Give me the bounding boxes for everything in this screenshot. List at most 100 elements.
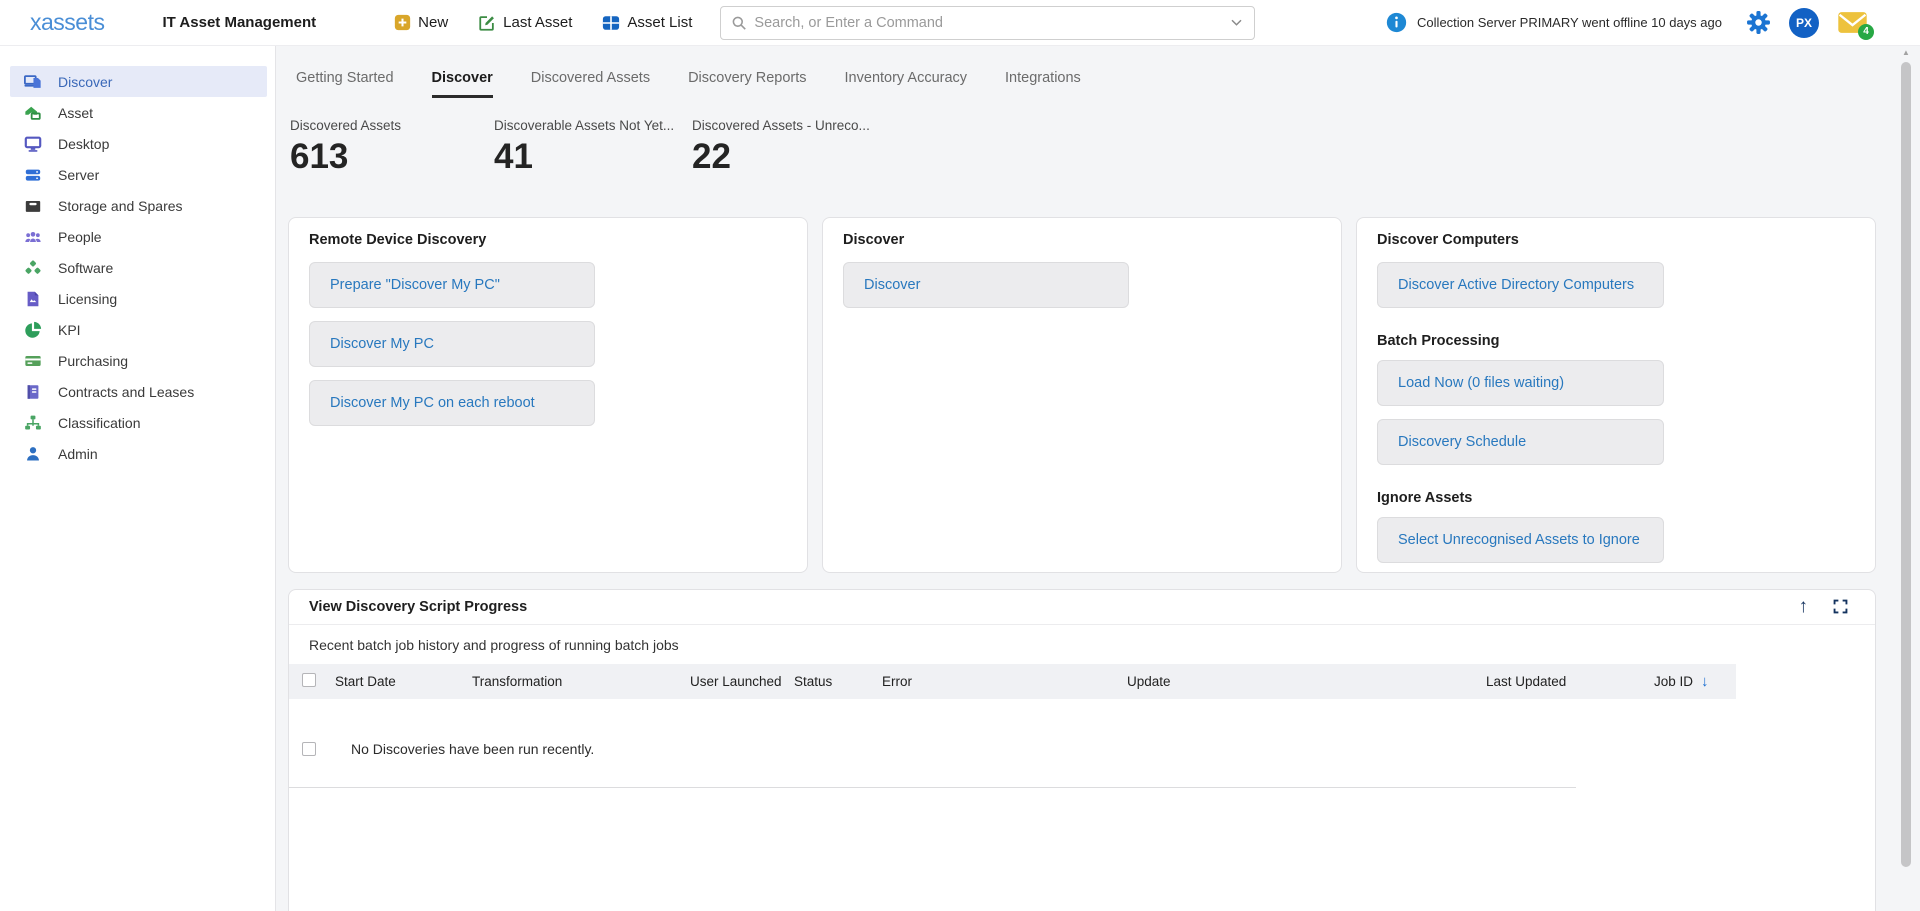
tab-getting-started[interactable]: Getting Started xyxy=(296,70,394,98)
sidebar-item-admin[interactable]: Admin xyxy=(10,438,267,469)
scrollbar-thumb[interactable] xyxy=(1901,62,1911,867)
sidebar-item-software[interactable]: Software xyxy=(10,252,267,283)
tab-inventory-accuracy[interactable]: Inventory Accuracy xyxy=(845,70,968,98)
column-status[interactable]: Status xyxy=(794,674,882,689)
arrow-up-icon: ↑ xyxy=(1799,596,1809,617)
remote-device-discovery-card: Remote Device Discovery Prepare "Discove… xyxy=(288,217,808,573)
main-content: Getting Started Discover Discovered Asse… xyxy=(276,46,1920,911)
new-button[interactable]: New xyxy=(394,14,448,31)
discover-button[interactable]: Discover xyxy=(843,262,1129,308)
search-icon xyxy=(731,15,747,31)
stat-value: 41 xyxy=(494,138,692,177)
command-search xyxy=(720,6,1255,40)
sidebar-item-contracts[interactable]: Contracts and Leases xyxy=(10,376,267,407)
search-input[interactable] xyxy=(754,15,1229,31)
settings-button[interactable] xyxy=(1746,10,1771,35)
select-all-cell xyxy=(289,673,335,690)
gear-icon xyxy=(1746,22,1771,39)
discover-card: Discover Discover xyxy=(822,217,1342,573)
tab-bar: Getting Started Discover Discovered Asse… xyxy=(296,70,1920,98)
sidebar-item-label: Discover xyxy=(58,74,112,90)
sort-desc-icon: ↓ xyxy=(1701,673,1709,690)
contracts-icon xyxy=(24,383,42,401)
card-title: Remote Device Discovery xyxy=(309,232,787,249)
info-icon xyxy=(1386,12,1407,33)
discover-icon xyxy=(24,73,42,91)
column-user-launched[interactable]: User Launched xyxy=(690,674,794,689)
select-all-checkbox[interactable] xyxy=(302,673,316,687)
last-asset-button[interactable]: Last Asset xyxy=(478,14,572,32)
card-title: Discover Computers xyxy=(1377,232,1855,249)
panel-header: View Discovery Script Progress ↑ xyxy=(289,590,1875,625)
column-error[interactable]: Error xyxy=(882,674,1127,689)
sidebar-item-label: Asset xyxy=(58,105,93,121)
expand-panel-button[interactable] xyxy=(1832,598,1849,615)
chevron-down-icon[interactable] xyxy=(1229,15,1244,30)
batch-processing-heading: Batch Processing xyxy=(1377,333,1855,350)
asset-list-label: Asset List xyxy=(627,14,692,31)
tab-discovery-reports[interactable]: Discovery Reports xyxy=(688,70,806,98)
server-notification[interactable]: Collection Server PRIMARY went offline 1… xyxy=(1386,12,1722,33)
load-now-button[interactable]: Load Now (0 files waiting) xyxy=(1377,360,1664,406)
column-transformation[interactable]: Transformation xyxy=(472,674,690,689)
sidebar-item-label: People xyxy=(58,229,102,245)
sidebar-item-label: Purchasing xyxy=(58,353,128,369)
sidebar-item-desktop[interactable]: Desktop xyxy=(10,128,267,159)
column-start-date[interactable]: Start Date xyxy=(335,674,472,689)
licensing-icon xyxy=(24,290,42,308)
user-avatar[interactable]: PX xyxy=(1789,8,1819,38)
table-header-row: Start Date Transformation User Launched … xyxy=(289,664,1736,699)
discovery-progress-panel: View Discovery Script Progress ↑ Recent … xyxy=(288,589,1876,911)
action-cards-row: Remote Device Discovery Prepare "Discove… xyxy=(288,217,1920,573)
sidebar-item-purchasing[interactable]: Purchasing xyxy=(10,345,267,376)
edit-icon xyxy=(478,14,496,32)
sidebar-item-discover[interactable]: Discover xyxy=(10,66,267,97)
column-update[interactable]: Update xyxy=(1127,674,1486,689)
sidebar-item-label: Contracts and Leases xyxy=(58,384,194,400)
stat-discovered-assets: Discovered Assets 613 xyxy=(290,118,494,177)
server-icon xyxy=(24,166,42,184)
tab-discovered-assets[interactable]: Discovered Assets xyxy=(531,70,650,98)
tab-discover[interactable]: Discover xyxy=(432,70,493,98)
notification-text: Collection Server PRIMARY went offline 1… xyxy=(1417,15,1722,30)
sidebar-item-label: Storage and Spares xyxy=(58,198,183,214)
stats-row: Discovered Assets 613 Discoverable Asset… xyxy=(290,118,1920,177)
sidebar-item-server[interactable]: Server xyxy=(10,159,267,190)
prepare-discover-my-pc-button[interactable]: Prepare "Discover My PC" xyxy=(309,262,595,308)
discover-my-pc-reboot-button[interactable]: Discover My PC on each reboot xyxy=(309,380,595,426)
new-label: New xyxy=(418,14,448,31)
row-checkbox[interactable] xyxy=(302,742,316,756)
sidebar-item-people[interactable]: People xyxy=(10,221,267,252)
stat-label: Discovered Assets xyxy=(290,118,494,133)
tab-integrations[interactable]: Integrations xyxy=(1005,70,1081,98)
discovery-schedule-button[interactable]: Discovery Schedule xyxy=(1377,419,1664,465)
classification-icon xyxy=(24,414,42,432)
collapse-panel-button[interactable]: ↑ xyxy=(1799,597,1809,616)
sidebar-item-label: KPI xyxy=(58,322,81,338)
sidebar-item-asset[interactable]: Asset xyxy=(10,97,267,128)
stat-label: Discoverable Assets Not Yet... xyxy=(494,118,692,133)
sidebar-item-label: Classification xyxy=(58,415,140,431)
sidebar-item-classification[interactable]: Classification xyxy=(10,407,267,438)
messages-button[interactable]: 4 xyxy=(1837,10,1868,35)
mail-badge: 4 xyxy=(1858,24,1874,40)
new-icon xyxy=(394,14,411,31)
stat-unrecognised: Discovered Assets - Unreco... 22 xyxy=(692,118,870,177)
column-job-id[interactable]: Job ID ↓ xyxy=(1654,673,1736,690)
discover-computers-card: Discover Computers Discover Active Direc… xyxy=(1356,217,1876,573)
discover-my-pc-button[interactable]: Discover My PC xyxy=(309,321,595,367)
sidebar-item-storage[interactable]: Storage and Spares xyxy=(10,190,267,221)
header-right-cluster: Collection Server PRIMARY went offline 1… xyxy=(1386,8,1868,38)
stat-label: Discovered Assets - Unreco... xyxy=(692,118,870,133)
kpi-icon xyxy=(24,321,42,339)
asset-list-button[interactable]: Asset List xyxy=(602,14,692,32)
fullscreen-icon xyxy=(1832,602,1849,619)
sidebar-item-licensing[interactable]: Licensing xyxy=(10,283,267,314)
select-unrecognised-button[interactable]: Select Unrecognised Assets to Ignore xyxy=(1377,517,1664,563)
column-last-updated[interactable]: Last Updated xyxy=(1486,674,1654,689)
sidebar-item-kpi[interactable]: KPI xyxy=(10,314,267,345)
scrollbar-up-arrow[interactable]: ▲ xyxy=(1900,46,1912,60)
discover-ad-computers-button[interactable]: Discover Active Directory Computers xyxy=(1377,262,1664,308)
app-title: IT Asset Management xyxy=(162,14,316,31)
panel-title: View Discovery Script Progress xyxy=(309,599,527,615)
